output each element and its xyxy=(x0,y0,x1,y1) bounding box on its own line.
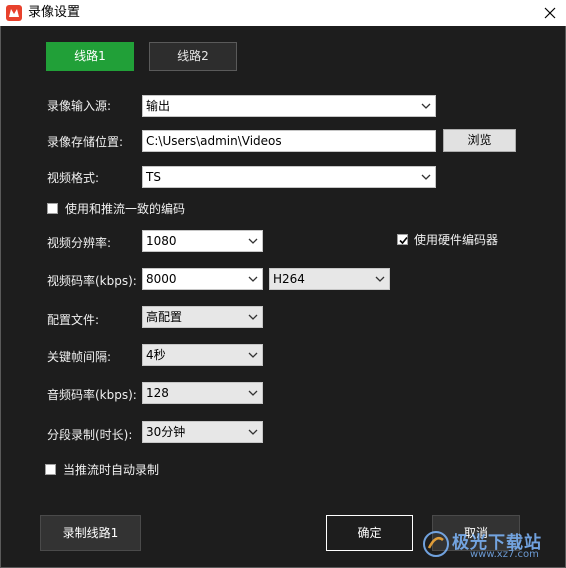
format-select[interactable]: TS xyxy=(142,166,436,188)
tab-line-2[interactable]: 线路2 xyxy=(149,42,237,71)
title-bar: 录像设置 xyxy=(0,0,566,26)
tab-line-1[interactable]: 线路1 xyxy=(46,42,134,71)
auto-record-label: 当推流时自动录制 xyxy=(63,463,160,477)
source-label: 录像输入源: xyxy=(47,99,112,113)
chevron-down-icon xyxy=(248,314,258,320)
bitrate-select[interactable]: 8000 xyxy=(142,268,263,290)
audio-bitrate-label: 音频码率(kbps): xyxy=(47,388,137,402)
bitrate-label: 视频码率(kbps): xyxy=(47,274,137,288)
segment-label: 分段录制(时长): xyxy=(47,428,133,442)
hw-encoder-checkbox[interactable] xyxy=(397,234,408,245)
chevron-down-icon xyxy=(248,276,258,282)
segment-value: 30分钟 xyxy=(146,425,186,439)
browse-button[interactable]: 浏览 xyxy=(443,129,516,152)
same-encoding-label: 使用和推流一致的编码 xyxy=(65,202,186,216)
source-value: 输出 xyxy=(146,99,171,113)
profile-label: 配置文件: xyxy=(47,313,100,327)
record-line-button[interactable]: 录制线路1 xyxy=(40,515,141,551)
path-input[interactable]: C:\Users\admin\Videos xyxy=(142,130,436,152)
format-value: TS xyxy=(146,170,161,184)
audio-bitrate-select[interactable]: 128 xyxy=(142,382,263,404)
chevron-down-icon xyxy=(421,174,431,180)
close-icon xyxy=(544,7,556,19)
path-label: 录像存储位置: xyxy=(47,135,124,149)
window-border-left xyxy=(0,26,1,568)
source-select[interactable]: 输出 xyxy=(142,95,436,117)
codec-select[interactable]: H264 xyxy=(269,268,390,290)
auto-record-checkbox[interactable] xyxy=(45,464,56,475)
keyframe-label: 关键帧间隔: xyxy=(47,350,112,364)
path-value: C:\Users\admin\Videos xyxy=(146,134,282,148)
resolution-value: 1080 xyxy=(146,234,177,248)
chevron-down-icon xyxy=(248,352,258,358)
resolution-select[interactable]: 1080 xyxy=(142,230,263,252)
keyframe-select[interactable]: 4秒 xyxy=(142,344,263,366)
chevron-down-icon xyxy=(248,238,258,244)
codec-value: H264 xyxy=(273,272,305,286)
segment-select[interactable]: 30分钟 xyxy=(142,421,263,443)
chevron-down-icon xyxy=(375,276,385,282)
chevron-down-icon xyxy=(248,429,258,435)
bitrate-value: 8000 xyxy=(146,272,177,286)
ok-button[interactable]: 确定 xyxy=(326,515,413,551)
watermark: 极光下载站 www.xz7.com xyxy=(418,528,558,562)
same-encoding-checkbox[interactable] xyxy=(47,203,58,214)
checkmark-icon xyxy=(399,236,408,245)
chevron-down-icon xyxy=(421,103,431,109)
resolution-label: 视频分辨率: xyxy=(47,236,112,250)
window-title: 录像设置 xyxy=(28,5,81,20)
app-logo-icon xyxy=(6,5,22,21)
chevron-down-icon xyxy=(248,390,258,396)
format-label: 视频格式: xyxy=(47,171,100,185)
watermark-sub: www.xz7.com xyxy=(470,549,539,560)
keyframe-value: 4秒 xyxy=(146,348,166,362)
watermark-logo-icon xyxy=(423,531,449,557)
close-button[interactable] xyxy=(534,0,566,26)
audio-bitrate-value: 128 xyxy=(146,386,169,400)
hw-encoder-label: 使用硬件编码器 xyxy=(414,233,499,247)
profile-select[interactable]: 高配置 xyxy=(142,306,263,328)
profile-value: 高配置 xyxy=(146,310,183,324)
